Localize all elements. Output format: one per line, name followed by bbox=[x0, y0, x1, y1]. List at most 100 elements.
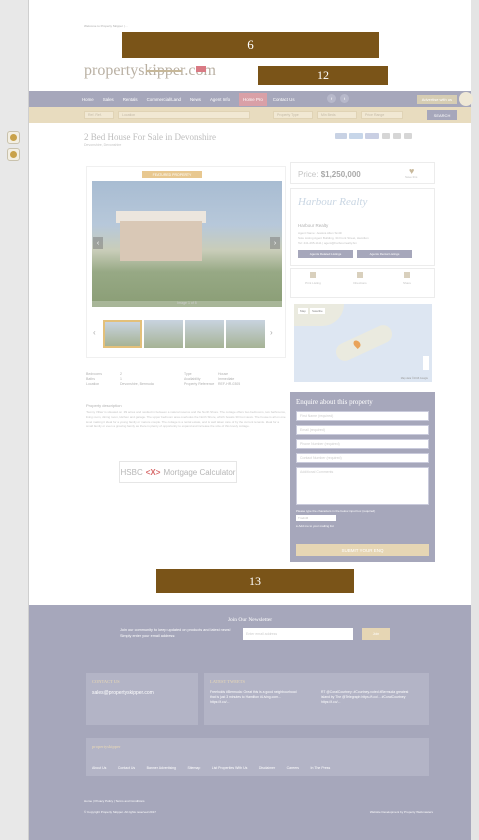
overlay-label-top: 6 bbox=[122, 32, 379, 58]
footer-link[interactable]: About Us bbox=[92, 766, 106, 770]
detail-value: Devonshire, Bermuda bbox=[120, 382, 154, 386]
share-action[interactable]: Share bbox=[389, 272, 425, 292]
price-select[interactable]: Price Range bbox=[361, 111, 403, 119]
image-counter: Image 1 of 5 bbox=[92, 301, 282, 307]
footer-link[interactable]: Disclaimer bbox=[259, 766, 275, 770]
heart-icon[interactable]: ♥ bbox=[409, 166, 419, 176]
overlay-label-right: 12 bbox=[258, 66, 388, 85]
description-heading: Property description bbox=[86, 403, 122, 408]
price: Price: $1,250,000 bbox=[298, 170, 361, 179]
share-icon bbox=[404, 272, 410, 278]
facebook-share-icon[interactable] bbox=[365, 133, 379, 139]
next-photo-icon[interactable]: › bbox=[270, 237, 280, 249]
map-land bbox=[333, 322, 395, 364]
detail-value: REF-HR-0305 bbox=[218, 382, 241, 386]
copyright: © Copyright Property Skipper. All rights… bbox=[84, 810, 156, 814]
breadcrumb: Welcome to Property Skipper | ... bbox=[84, 24, 128, 28]
newsletter-title: Join Our Newsletter bbox=[227, 617, 273, 623]
tweet-share-icon[interactable] bbox=[349, 133, 363, 139]
agent-line: Sole Listing Agent Building, 34 Front St… bbox=[298, 236, 369, 240]
bulb-icon bbox=[10, 134, 17, 141]
footer-link[interactable]: Sitemap bbox=[187, 766, 200, 770]
description-text: 'Sunny Villas' is situated on .99 acres … bbox=[86, 410, 286, 429]
advertise-button[interactable]: Advertise with us bbox=[416, 95, 457, 104]
nav-agent-info[interactable]: Agent Info bbox=[210, 97, 230, 102]
user-avatar[interactable] bbox=[459, 92, 473, 106]
print-icon[interactable] bbox=[382, 133, 390, 139]
detail-key: Property Reference bbox=[184, 382, 215, 386]
logo-skyline-icon bbox=[146, 64, 182, 72]
zoom-controls[interactable] bbox=[423, 356, 429, 370]
footer-link[interactable]: Careers bbox=[287, 766, 299, 770]
contact-email-link[interactable]: sales@propertyskipper.com bbox=[92, 690, 192, 696]
back-icon[interactable] bbox=[404, 133, 412, 139]
like-share-icon[interactable] bbox=[335, 133, 347, 139]
agent-rental-listings-button[interactable]: Agents Rental Listings bbox=[357, 250, 412, 258]
newsletter-join-button[interactable]: Join bbox=[362, 628, 390, 640]
main-photo[interactable] bbox=[92, 181, 282, 307]
map-tab[interactable]: Map bbox=[298, 308, 308, 314]
satellite-tab[interactable]: Satellite bbox=[310, 308, 325, 314]
nav-sales[interactable]: Sales bbox=[103, 97, 114, 102]
footer-link[interactable]: In The Press bbox=[311, 766, 331, 770]
newsletter-email-input[interactable]: Enter email address bbox=[243, 628, 353, 640]
mailing-list-checkbox[interactable]: ● Add me to your mailing list bbox=[296, 524, 429, 528]
settings-icon bbox=[10, 151, 17, 158]
tweets-title: LATEST TWEETS bbox=[210, 679, 245, 684]
tweet[interactable]: Freeholds #Bermuda: Great this is a good… bbox=[210, 690, 300, 704]
bermuda-flag-icon bbox=[196, 66, 206, 72]
developer-credit[interactable]: Website Development by Property Webmaste… bbox=[370, 810, 433, 814]
nav-news[interactable]: News bbox=[190, 97, 201, 102]
thumbnail[interactable] bbox=[144, 320, 183, 348]
facebook-icon[interactable]: f bbox=[327, 94, 336, 103]
thumbnail[interactable] bbox=[103, 320, 142, 348]
footer-link[interactable]: Contact Us bbox=[118, 766, 135, 770]
print-listing-action[interactable]: Print Listing bbox=[295, 272, 331, 292]
nav-contact[interactable]: Contact Us bbox=[273, 97, 295, 102]
email-icon[interactable] bbox=[393, 133, 401, 139]
left-toolbar bbox=[0, 0, 29, 840]
search-button[interactable]: SEARCH bbox=[427, 110, 457, 120]
nav-home-pro[interactable]: Home Pro bbox=[239, 92, 267, 106]
type-select[interactable]: Property Type bbox=[273, 111, 313, 119]
captcha-input[interactable]: Tmdm5 bbox=[296, 515, 336, 521]
agent-line: Tel: 441-295-1111 | agent@harbourrealty.… bbox=[298, 241, 357, 245]
phone-input[interactable]: Phone Number (required) bbox=[296, 439, 429, 449]
email-input[interactable]: Email (required) bbox=[296, 425, 429, 435]
overlay-label-bottom: 13 bbox=[156, 569, 354, 593]
toolbar-button-1[interactable] bbox=[7, 131, 20, 144]
enquiry-form: Enquire about this property First Name (… bbox=[290, 392, 435, 562]
location-map[interactable]: Map Satellite Map data ©2016 Google bbox=[294, 304, 432, 382]
property-details: Bedrooms 2 Type House Baths 1 Availabili… bbox=[86, 372, 286, 387]
toolbar-button-2[interactable] bbox=[7, 148, 20, 161]
contact-number-input[interactable]: Contact Number (required) bbox=[296, 453, 429, 463]
thumb-prev-icon[interactable]: ‹ bbox=[93, 328, 96, 337]
ref-input[interactable]: Ref. Ref. bbox=[84, 111, 114, 119]
agent-related-listings-button[interactable]: Agents Related Listings bbox=[298, 250, 353, 258]
thumbnail[interactable] bbox=[185, 320, 224, 348]
comments-textarea[interactable]: Additional Comments bbox=[296, 467, 429, 505]
location-input[interactable]: Location bbox=[118, 111, 250, 119]
main-nav: Home Sales Rentals Commercial/Land News … bbox=[29, 91, 471, 107]
directions-action[interactable]: Directions bbox=[342, 272, 378, 292]
submit-enquiry-button[interactable]: SUBMIT YOUR ENQ bbox=[296, 544, 429, 556]
twitter-icon[interactable]: t bbox=[340, 94, 349, 103]
thumbnail[interactable] bbox=[226, 320, 265, 348]
legal-links[interactable]: Home | Privacy Policy | Terms and Condit… bbox=[84, 799, 145, 803]
nav-rentals[interactable]: Rentals bbox=[123, 97, 138, 102]
nav-commercial[interactable]: Commercial/Land bbox=[147, 97, 181, 102]
mortgage-calculator-button[interactable]: HSBC <X> Mortgage Calculator bbox=[119, 461, 237, 483]
agency-logo[interactable]: Harbour Realty bbox=[298, 196, 388, 218]
first-name-input[interactable]: First Name (required) bbox=[296, 411, 429, 421]
prev-photo-icon[interactable]: ‹ bbox=[93, 237, 103, 249]
footer-link[interactable]: Banner Advertising bbox=[147, 766, 176, 770]
tweet[interactable]: RT @CoralCourtney: #Courtney-voted #Berm… bbox=[321, 690, 411, 704]
action-label: Directions bbox=[353, 281, 367, 285]
save-label[interactable]: Save this bbox=[405, 175, 417, 179]
nav-home[interactable]: Home bbox=[82, 97, 94, 102]
hsbc-logo-icon: <X> bbox=[145, 467, 161, 477]
thumb-next-icon[interactable]: › bbox=[270, 328, 273, 337]
footer-link[interactable]: List Properties With Us bbox=[212, 766, 248, 770]
contact-box: CONTACT US sales@propertyskipper.com bbox=[86, 673, 198, 725]
beds-select[interactable]: Min Beds bbox=[317, 111, 357, 119]
